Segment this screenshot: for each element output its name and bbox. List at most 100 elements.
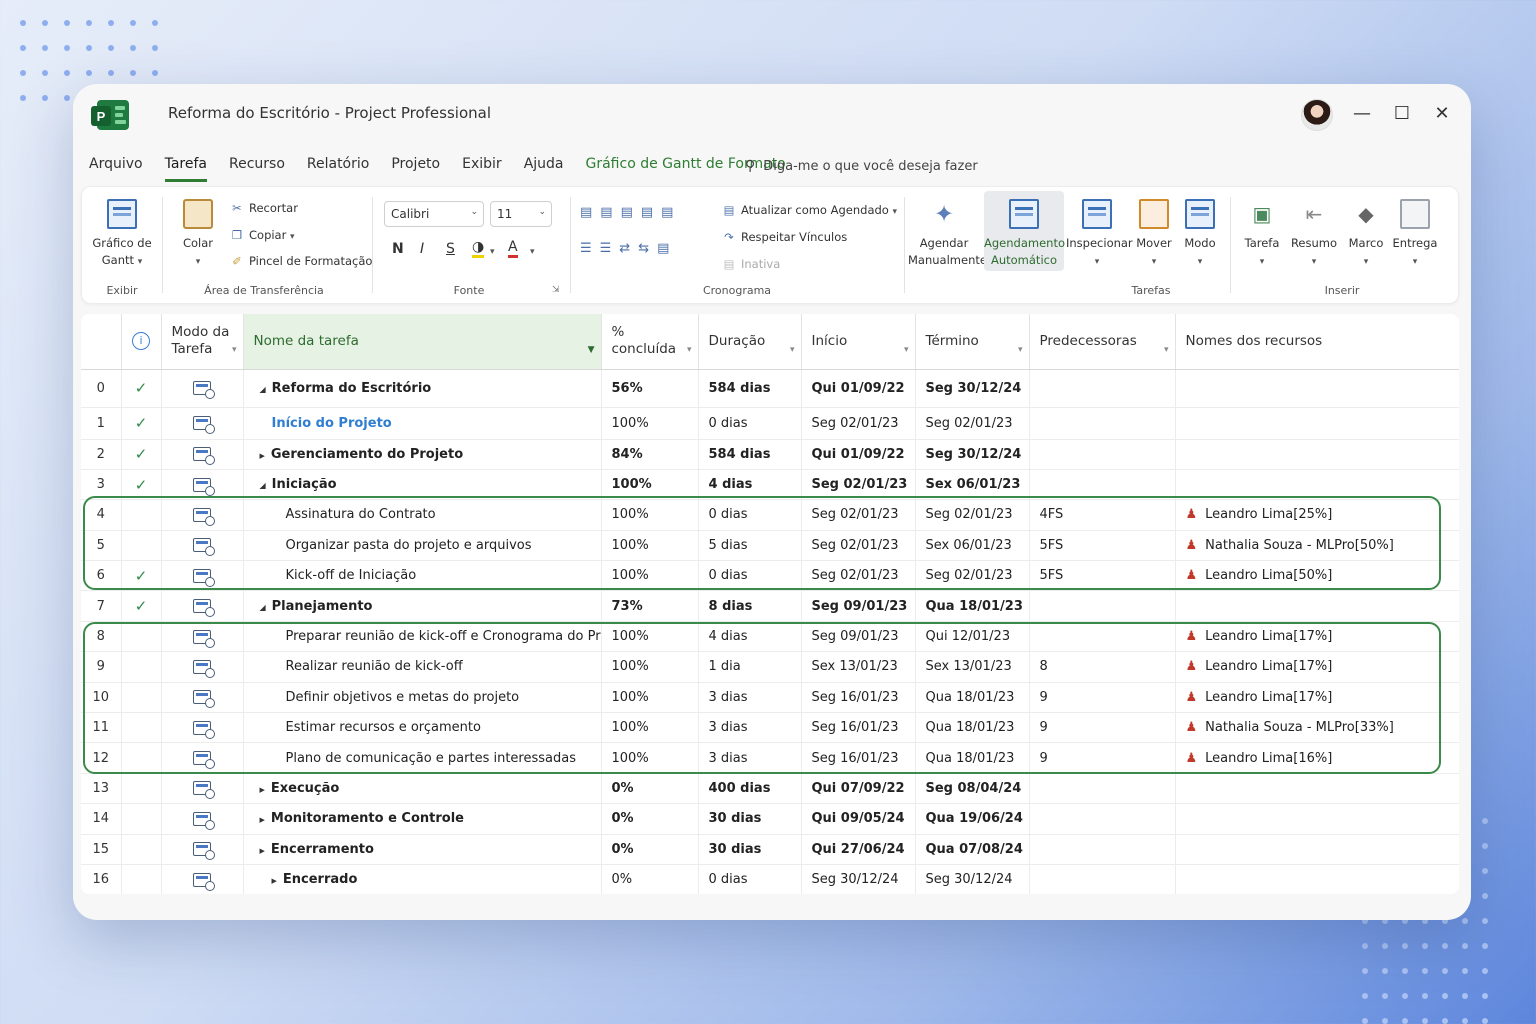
cell-indicator[interactable]: ✓ (121, 590, 162, 622)
close-icon[interactable]: ✕ (1430, 102, 1454, 126)
cell-predecessors[interactable] (1029, 803, 1176, 835)
cell-resources[interactable] (1175, 469, 1459, 501)
menu-projeto[interactable]: Projeto (391, 156, 440, 182)
cell-finish[interactable]: Seg 30/12/24 (915, 864, 1030, 894)
insert-milestone-button[interactable]: ◆ Marco ▾ (1344, 199, 1388, 271)
cell-start[interactable]: Seg 02/01/23 (801, 499, 916, 531)
table-row[interactable]: 13 ▶ Execução 0% 400 dias Qui 07/09/22 Seg 08/… (81, 773, 1459, 805)
cell-resources[interactable]: ♟ Leandro Lima[17%] (1175, 621, 1459, 653)
cell-task-mode[interactable] (161, 590, 244, 622)
cell-task-name[interactable]: ◢ Reforma do Escritório (243, 369, 602, 408)
cell-indicator[interactable] (121, 621, 162, 653)
menu-arquivo[interactable]: Arquivo (89, 156, 143, 182)
cell-id[interactable]: 5 (81, 530, 122, 562)
cell-start[interactable]: Seg 02/01/23 (801, 560, 916, 592)
cell-start[interactable]: Qui 01/09/22 (801, 439, 916, 470)
cell-task-name[interactable]: Realizar reunião de kick-off (243, 651, 602, 683)
cell-task-mode[interactable] (161, 864, 244, 894)
expand-triangle-icon[interactable]: ▶ (260, 786, 265, 794)
cell-task-mode[interactable] (161, 742, 244, 774)
cell-finish[interactable]: Qua 18/01/23 (915, 590, 1030, 622)
menu-tarefa[interactable]: Tarefa (164, 156, 207, 182)
cell-pct-complete[interactable]: 100% (601, 530, 699, 562)
percent-complete-buttons-row1[interactable]: ▤▤▤▤▤ (580, 205, 681, 220)
cell-resources[interactable] (1175, 803, 1459, 835)
menu-recurso[interactable]: Recurso (229, 156, 285, 182)
cell-indicator[interactable]: ✓ (121, 407, 162, 440)
cell-predecessors[interactable]: 4FS (1029, 499, 1176, 531)
maximize-icon[interactable]: ☐ (1390, 102, 1414, 126)
cell-pct-complete[interactable]: 0% (601, 834, 699, 865)
filter-chevron-icon[interactable]: ▾ (904, 342, 909, 359)
cell-pct-complete[interactable]: 73% (601, 590, 699, 622)
chevron-down-icon[interactable]: ▾ (530, 243, 535, 257)
header-predecessors[interactable]: Predecessoras ▾ (1029, 314, 1176, 370)
cell-id[interactable]: 4 (81, 499, 122, 531)
mode-button[interactable]: Modo ▾ (1180, 199, 1220, 271)
collapse-triangle-icon[interactable]: ◢ (260, 603, 266, 612)
cell-pct-complete[interactable]: 0% (601, 773, 699, 805)
cell-task-name[interactable]: Kick-off de Iniciação (243, 560, 602, 592)
cell-task-mode[interactable] (161, 560, 244, 592)
cell-task-name[interactable]: ◢ Iniciação (243, 469, 602, 501)
cell-start[interactable]: Qui 27/06/24 (801, 834, 916, 865)
cell-predecessors[interactable] (1029, 369, 1176, 408)
cell-duration[interactable]: 1 dia (698, 651, 802, 683)
table-row[interactable]: 2 ✓ ▶ Gerenciamento do Projeto 84% 584 dias Qu… (81, 439, 1459, 470)
font-name-select[interactable]: Calibri ⌄ (384, 201, 484, 227)
header-duration[interactable]: Duração ▾ (698, 314, 802, 370)
cell-resources[interactable]: ♟ Leandro Lima[16%] (1175, 742, 1459, 774)
cell-pct-complete[interactable]: 100% (601, 682, 699, 714)
copy-button[interactable]: ❐ Copiar ▾ (230, 228, 295, 242)
format-painter-button[interactable]: ✐ Pincel de Formatação (230, 254, 372, 268)
cell-indicator[interactable] (121, 499, 162, 531)
cell-resources[interactable]: ♟ Leandro Lima[17%] (1175, 682, 1459, 714)
cell-task-name[interactable]: ▶ Monitoramento e Controle (243, 803, 602, 835)
filter-chevron-icon[interactable]: ▾ (687, 342, 692, 359)
cell-pct-complete[interactable]: 100% (601, 742, 699, 774)
underline-button[interactable]: S (446, 241, 455, 257)
cell-finish[interactable]: Sex 06/01/23 (915, 530, 1030, 562)
table-row[interactable]: 11 Estimar recursos e orçamento 100% 3 dias… (81, 712, 1459, 744)
cell-start[interactable]: Seg 02/01/23 (801, 407, 916, 440)
cell-finish[interactable]: Seg 02/01/23 (915, 407, 1030, 440)
cell-duration[interactable]: 3 dias (698, 712, 802, 744)
header-mode[interactable]: Modo da Tarefa ▾ (161, 314, 244, 370)
cell-duration[interactable]: 584 dias (698, 369, 802, 408)
filter-chevron-icon[interactable]: ▾ (232, 342, 237, 359)
cell-duration[interactable]: 8 dias (698, 590, 802, 622)
tell-me-search[interactable]: ⚲ Diga-me o que você deseja fazer (745, 158, 978, 174)
header-start[interactable]: Início ▾ (801, 314, 916, 370)
respect-links-button[interactable]: ↷ Respeitar Vínculos (722, 230, 847, 244)
cell-task-mode[interactable] (161, 651, 244, 683)
cell-indicator[interactable] (121, 864, 162, 894)
cell-duration[interactable]: 4 dias (698, 469, 802, 501)
cell-resources[interactable] (1175, 439, 1459, 470)
cell-task-mode[interactable] (161, 682, 244, 714)
cell-id[interactable]: 0 (81, 369, 122, 408)
cell-indicator[interactable] (121, 651, 162, 683)
cell-predecessors[interactable]: 9 (1029, 712, 1176, 744)
cell-task-name[interactable]: Estimar recursos e orçamento (243, 712, 602, 744)
table-row[interactable]: 7 ✓ ◢ Planejamento 73% 8 dias Seg 09/01/23 Qua … (81, 590, 1459, 622)
cell-finish[interactable]: Seg 30/12/24 (915, 439, 1030, 470)
filter-chevron-icon[interactable]: ▾ (1018, 342, 1023, 359)
cell-start[interactable]: Seg 30/12/24 (801, 864, 916, 894)
cell-predecessors[interactable]: 8 (1029, 651, 1176, 683)
header-pct[interactable]: % concluída ▾ (601, 314, 699, 370)
cell-task-name[interactable]: ▶ Encerrado (243, 864, 602, 894)
cell-resources[interactable] (1175, 834, 1459, 865)
cell-pct-complete[interactable]: 100% (601, 651, 699, 683)
insert-task-button[interactable]: ▣ Tarefa ▾ (1240, 199, 1284, 271)
cell-task-name[interactable]: ▶ Execução (243, 773, 602, 805)
insert-deliverable-button[interactable]: Entrega ▾ (1390, 199, 1440, 271)
cell-finish[interactable]: Qui 12/01/23 (915, 621, 1030, 653)
cell-duration[interactable]: 4 dias (698, 621, 802, 653)
cell-indicator[interactable] (121, 530, 162, 562)
cell-task-name[interactable]: Início do Projeto (243, 407, 602, 440)
cell-duration[interactable]: 30 dias (698, 834, 802, 865)
cell-indicator[interactable] (121, 803, 162, 835)
cell-start[interactable]: Seg 16/01/23 (801, 712, 916, 744)
header-resources[interactable]: Nomes dos recursos (1175, 314, 1459, 370)
cell-id[interactable]: 14 (81, 803, 122, 835)
